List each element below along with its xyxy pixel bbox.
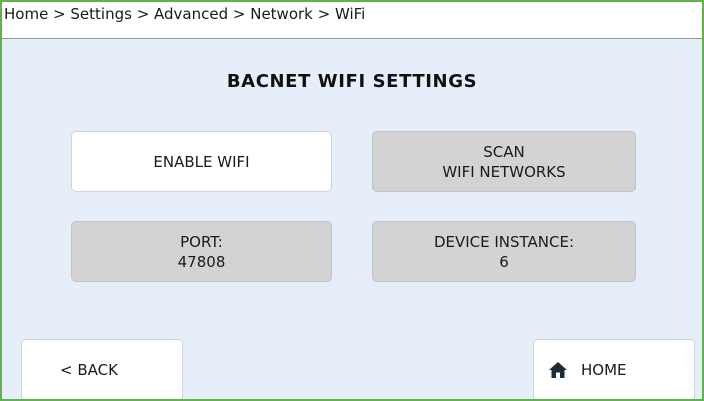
breadcrumb: Home > Settings > Advanced > Network > W… — [2, 2, 702, 39]
back-label: < BACK — [60, 361, 118, 379]
scan-label-line2: WIFI NETWORKS — [442, 162, 566, 181]
port-button[interactable]: PORT: 47808 — [71, 221, 332, 282]
screen: Home > Settings > Advanced > Network > W… — [0, 0, 704, 401]
home-button[interactable]: HOME — [533, 339, 695, 399]
device-instance-button[interactable]: DEVICE INSTANCE: 6 — [372, 221, 636, 282]
breadcrumb-text: Home > Settings > Advanced > Network > W… — [4, 5, 366, 23]
device-instance-value: 6 — [499, 252, 509, 271]
page-title: BACNET WIFI SETTINGS — [226, 71, 478, 92]
scan-label-line1: SCAN — [483, 142, 525, 161]
port-label: PORT: — [180, 232, 223, 251]
back-button[interactable]: < BACK — [21, 339, 183, 399]
device-instance-label: DEVICE INSTANCE: — [433, 232, 575, 251]
port-value: 47808 — [177, 252, 226, 271]
home-label: HOME — [581, 361, 627, 379]
enable-wifi-button[interactable]: ENABLE WIFI — [71, 131, 332, 192]
scan-wifi-networks-button[interactable]: SCAN WIFI NETWORKS — [372, 131, 636, 192]
enable-wifi-label: ENABLE WIFI — [153, 152, 250, 171]
home-icon — [549, 362, 567, 378]
